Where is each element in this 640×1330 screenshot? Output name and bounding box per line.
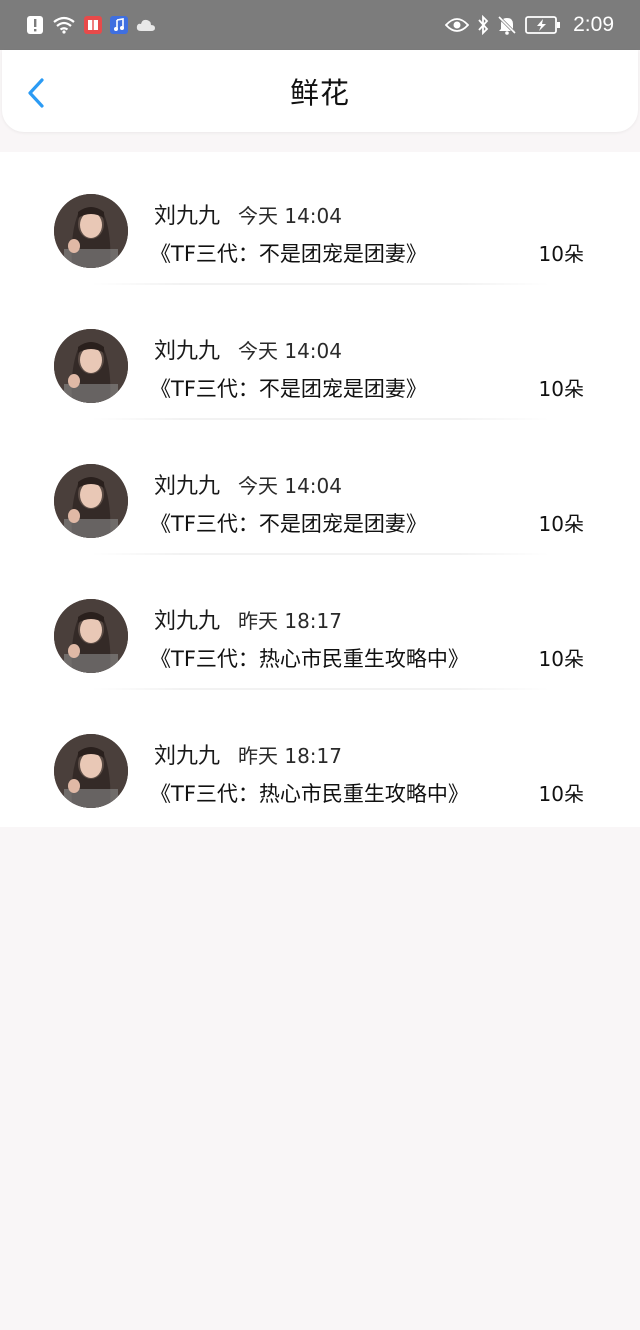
status-time: 2:09 [573,13,614,36]
header: 鲜花 [2,50,638,132]
user-name: 刘九九 [154,339,221,364]
flower-count: 10朵 [538,377,584,401]
mute-bell-icon [497,15,517,35]
avatar [54,734,128,808]
list-item[interactable]: 刘九九 今天 14:04 《TF三代：不是团宠是团妻》 10朵 [0,152,640,287]
timestamp: 今天 14:04 [238,339,342,363]
list-item[interactable]: 刘九九 昨天 18:17 《TF三代：热心市民重生攻略中》 10朵 [0,692,640,827]
divider [90,688,550,690]
user-name: 刘九九 [154,474,221,499]
user-name: 刘九九 [154,204,221,229]
cloud-icon [136,18,156,32]
book-app-icon [84,16,102,34]
user-name: 刘九九 [154,744,221,769]
divider [90,283,550,285]
book-title: 《TF三代：热心市民重生攻略中》 [150,782,469,806]
flower-count: 10朵 [538,647,584,671]
chevron-left-icon [28,78,44,108]
eye-icon [445,17,470,33]
avatar [54,329,128,403]
avatar [54,599,128,673]
list-item[interactable]: 刘九九 今天 14:04 《TF三代：不是团宠是团妻》 10朵 [0,287,640,422]
status-right-icons: 2:09 [445,13,614,37]
book-title: 《TF三代：不是团宠是团妻》 [150,512,427,536]
flower-count: 10朵 [538,242,584,266]
avatar [54,194,128,268]
wifi-icon [52,16,76,34]
book-title: 《TF三代：不是团宠是团妻》 [150,242,427,266]
book-title: 《TF三代：热心市民重生攻略中》 [150,647,469,671]
battery-charging-icon [525,16,561,34]
timestamp: 昨天 18:17 [238,744,342,768]
alert-icon [26,15,44,35]
divider [90,553,550,555]
timestamp: 今天 14:04 [238,474,342,498]
flower-count: 10朵 [538,782,584,806]
flower-count: 10朵 [538,512,584,536]
avatar [54,464,128,538]
status-left-icons [26,15,156,35]
timestamp: 今天 14:04 [238,204,342,228]
list-item[interactable]: 刘九九 昨天 18:17 《TF三代：热心市民重生攻略中》 10朵 [0,557,640,692]
book-title: 《TF三代：不是团宠是团妻》 [150,377,427,401]
divider [90,418,550,420]
flower-record-list: 刘九九 今天 14:04 《TF三代：不是团宠是团妻》 10朵 刘九九 今天 1… [0,152,640,827]
list-item[interactable]: 刘九九 今天 14:04 《TF三代：不是团宠是团妻》 10朵 [0,422,640,557]
bluetooth-icon [477,15,489,35]
page-title: 鲜花 [289,76,350,110]
timestamp: 昨天 18:17 [238,609,342,633]
music-app-icon [110,16,128,34]
back-button[interactable] [20,75,52,111]
status-bar: 2:09 [0,0,640,50]
user-name: 刘九九 [154,609,221,634]
